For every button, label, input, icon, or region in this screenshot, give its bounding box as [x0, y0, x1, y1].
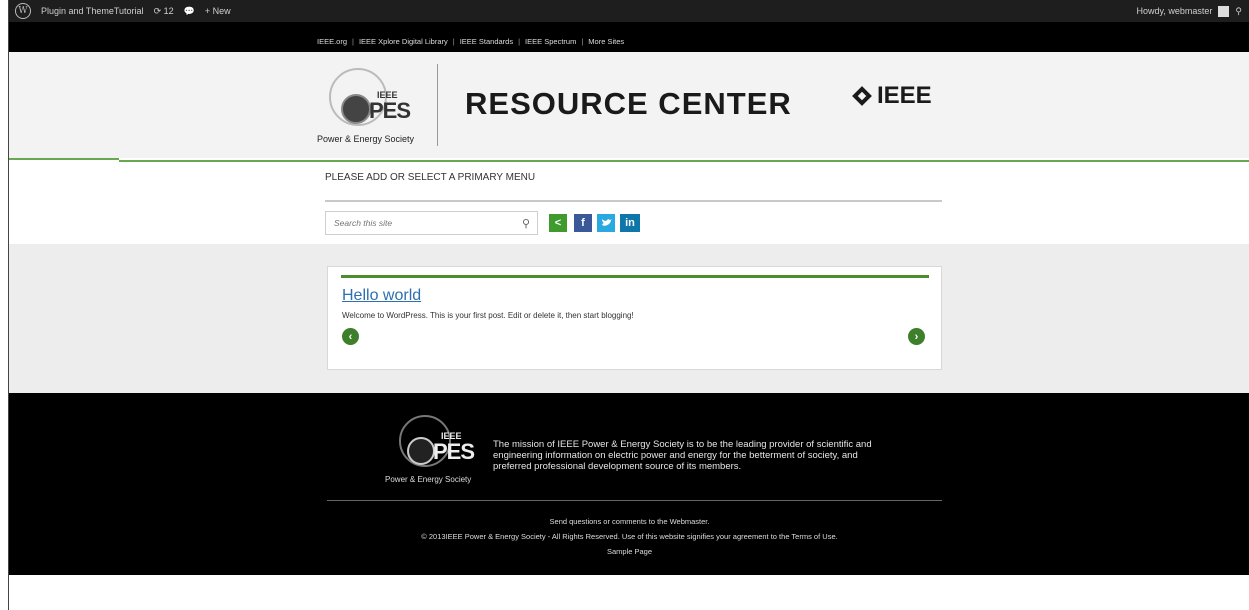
chevron-left-icon: ‹ — [348, 330, 353, 343]
top-link-xplore[interactable]: IEEE Xplore Digital Library — [359, 37, 448, 46]
facebook-icon[interactable]: f — [574, 214, 592, 232]
top-link-standards[interactable]: IEEE Standards — [460, 37, 513, 46]
ieee-diamond-icon — [852, 86, 872, 106]
avatar[interactable] — [1218, 5, 1230, 17]
sample-page-link[interactable]: Sample Page — [9, 547, 1249, 556]
ieee-brand-logo[interactable]: IEEE — [852, 82, 932, 110]
search-icon[interactable]: ⚲ — [1235, 6, 1242, 17]
contact-webmaster-link[interactable]: Send questions or comments to the Webmas… — [9, 517, 1249, 526]
divider — [325, 200, 942, 202]
refresh-icon: ⟳ — [153, 5, 164, 16]
chevron-right-icon: › — [914, 330, 919, 343]
footer-divider — [327, 500, 942, 501]
admin-bar: W Plugin and ThemeTutorial ⟳ 12 💬 + New … — [9, 0, 1249, 22]
site-header: IEEE PES Power & Energy Society RESOURCE… — [9, 52, 1249, 162]
ieee-brand-text: IEEE — [877, 82, 932, 109]
card-accent-bar — [341, 275, 929, 278]
link-separator: | — [352, 37, 354, 46]
link-separator: | — [452, 37, 455, 46]
share-icon[interactable]: < — [549, 214, 567, 232]
link-separator: | — [518, 37, 521, 46]
logo-pes-text: PES — [433, 439, 475, 464]
mission-statement: The mission of IEEE Power & Energy Socie… — [493, 439, 872, 472]
site-footer: IEEE PES Power & Energy Society The miss… — [9, 393, 1249, 575]
prev-slide-button[interactable]: ‹ — [342, 328, 359, 345]
browser-page: W Plugin and ThemeTutorial ⟳ 12 💬 + New … — [8, 0, 1249, 610]
globe-icon — [407, 437, 435, 465]
howdy-text[interactable]: Howdy, webmaster — [1137, 6, 1213, 16]
logo-pes-text: PES — [369, 98, 411, 123]
post-slider: Hello world Welcome to WordPress. This i… — [327, 266, 942, 370]
updates-count: 12 — [163, 6, 174, 16]
comments-icon[interactable]: 💬 — [184, 0, 195, 22]
post-excerpt: Welcome to WordPress. This is your first… — [342, 311, 634, 320]
header-divider — [437, 64, 438, 146]
logo-subtitle: Power & Energy Society — [317, 134, 415, 144]
search-input[interactable] — [332, 217, 516, 229]
footer-pes-logo[interactable]: IEEE PES Power & Energy Society — [385, 407, 495, 487]
copyright-text: © 2013IEEE Power & Energy Society - All … — [421, 532, 838, 541]
top-link-spectrum[interactable]: IEEE Spectrum — [525, 37, 576, 46]
menu-area: PLEASE ADD OR SELECT A PRIMARY MENU ⚲ < … — [9, 162, 1249, 244]
linkedin-icon[interactable]: in — [620, 214, 640, 232]
next-slide-button[interactable]: › — [908, 328, 925, 345]
globe-icon — [341, 94, 371, 124]
admin-site-name[interactable]: Plugin and ThemeTutorial — [41, 0, 144, 22]
logo-subtitle: Power & Energy Society — [385, 475, 472, 484]
top-link-more-sites[interactable]: More Sites — [588, 37, 624, 46]
page-title: RESOURCE CENTER — [465, 86, 792, 121]
search-icon[interactable]: ⚲ — [522, 217, 530, 230]
new-content-link[interactable]: + New — [205, 0, 231, 22]
content-band: Hello world Welcome to WordPress. This i… — [9, 244, 1249, 393]
search-box[interactable]: ⚲ — [325, 211, 538, 235]
link-separator: | — [581, 37, 584, 46]
wordpress-logo-icon[interactable]: W — [15, 3, 31, 19]
top-link-ieee-org[interactable]: IEEE.org — [317, 37, 347, 46]
twitter-icon[interactable] — [597, 214, 615, 232]
header-accent-line — [9, 158, 119, 160]
ieee-top-links: IEEE.org | IEEE Xplore Digital Library | I… — [9, 22, 1249, 52]
pes-logo[interactable]: IEEE PES Power & Energy Society — [317, 66, 427, 146]
post-title-link[interactable]: Hello world — [342, 287, 421, 305]
admin-account[interactable]: Howdy, webmaster ⚲ — [1137, 5, 1242, 17]
primary-menu-notice[interactable]: PLEASE ADD OR SELECT A PRIMARY MENU — [325, 172, 535, 183]
updates-link[interactable]: ⟳ 12 — [154, 0, 174, 22]
twitter-bird-glyph — [601, 218, 612, 226]
